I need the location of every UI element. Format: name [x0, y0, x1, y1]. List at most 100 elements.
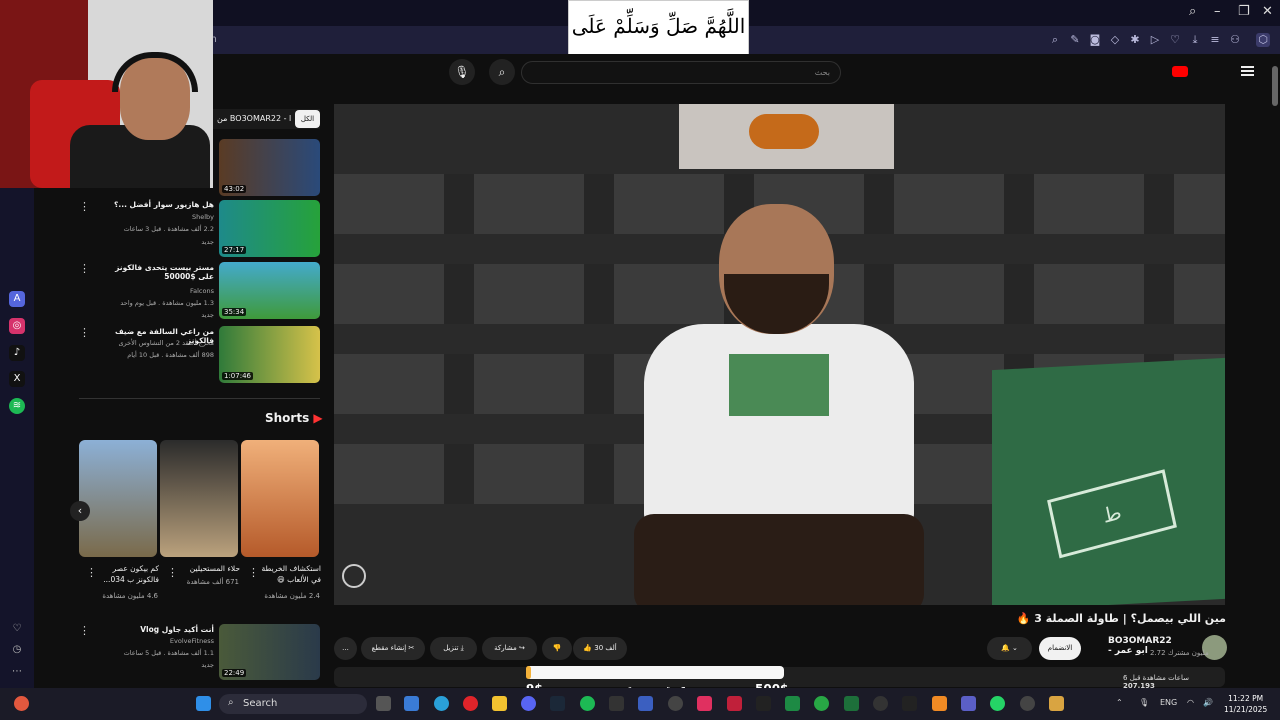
rec-title[interactable]: هل هازيور سوار أفضل ...؟ — [114, 200, 214, 209]
mic-icon[interactable]: 🎙 — [449, 59, 475, 85]
more-options-icon[interactable]: ⋮ — [86, 566, 97, 579]
camera-icon[interactable]: ◙ — [1088, 33, 1102, 47]
wifi-icon[interactable]: ◠ — [1187, 698, 1194, 707]
app-icon[interactable] — [1020, 696, 1035, 711]
rec-thumbnail[interactable]: 43:02 — [219, 139, 320, 196]
extension-icon[interactable]: ⬡ — [1256, 33, 1270, 47]
app-icon[interactable] — [727, 696, 742, 711]
short-thumbnail[interactable] — [160, 440, 238, 557]
more-options-icon[interactable]: ⋮ — [248, 566, 259, 579]
menu-icon[interactable]: ≡ — [1208, 33, 1222, 47]
play-icon[interactable]: ▷ — [1148, 33, 1162, 47]
download-button[interactable]: تنزيل ⤓ — [430, 637, 477, 660]
edge-icon[interactable] — [434, 696, 449, 711]
spotify-icon[interactable] — [580, 696, 595, 711]
short-thumbnail[interactable] — [241, 440, 319, 557]
share-button[interactable]: مشاركة ↪ — [482, 637, 537, 660]
teams-icon[interactable] — [961, 696, 976, 711]
rec-channel[interactable]: EvolveFitness — [114, 637, 214, 645]
shield-icon[interactable]: ◇ — [1108, 33, 1122, 47]
more-options-icon[interactable]: ⋮ — [167, 566, 178, 579]
scroll-thumb[interactable] — [1272, 66, 1278, 106]
explorer-icon[interactable] — [492, 696, 507, 711]
rec-thumbnail[interactable]: 27:17 — [219, 200, 320, 257]
close-icon[interactable]: ✕ — [1262, 4, 1273, 19]
chevron-left-icon[interactable]: ‹ — [70, 501, 90, 521]
app-icon[interactable] — [638, 696, 653, 711]
more-options-icon[interactable]: ⋮ — [79, 326, 90, 339]
epic-icon[interactable] — [609, 696, 624, 711]
profile-icon[interactable]: ⚇ — [1228, 33, 1242, 47]
vpn-icon[interactable]: ✱ — [1128, 33, 1142, 47]
dislike-button[interactable]: 👎 — [542, 637, 572, 660]
subscribe-bell-button[interactable]: 🔔 ⌄ — [987, 637, 1032, 660]
short-title[interactable]: استكشاف الخريطة في الألعاب 😄 — [251, 563, 321, 585]
search-button[interactable]: ⌕ — [489, 59, 515, 85]
rec-title[interactable]: مستر بيست يتحدى فالكونز على $50000 — [114, 263, 214, 281]
app-icon[interactable] — [756, 696, 771, 711]
short-title[interactable]: كم بيكون عصر فالكونز ب 034... — [89, 563, 159, 585]
hamburger-menu-icon[interactable] — [1241, 66, 1254, 68]
whatsapp-icon[interactable] — [990, 696, 1005, 711]
start-icon[interactable] — [196, 696, 211, 711]
app-icon[interactable] — [814, 696, 829, 711]
rec-thumbnail[interactable]: 35:34 — [219, 262, 320, 319]
search-icon[interactable]: ⌕ — [1189, 4, 1196, 19]
rec-channel[interactable]: Shelby — [114, 213, 214, 221]
capcut-icon[interactable] — [902, 696, 917, 711]
chevron-up-icon[interactable]: ⌃ — [1116, 698, 1123, 707]
app-icon[interactable]: A — [9, 291, 25, 307]
more-icon[interactable]: ⋯ — [9, 664, 25, 680]
tiktok-icon[interactable]: ♪ — [9, 345, 25, 361]
search-input[interactable]: بحث — [521, 61, 841, 84]
discord-icon[interactable] — [521, 696, 536, 711]
language-indicator[interactable]: ENG — [1160, 698, 1177, 707]
join-button[interactable]: الانضمام — [1039, 637, 1081, 660]
clip-button[interactable]: إنشاء مقطع ✂ — [361, 637, 425, 660]
kick-icon[interactable] — [844, 696, 859, 711]
app-icon[interactable] — [932, 696, 947, 711]
minimize-icon[interactable]: – — [1214, 4, 1221, 19]
rec-channel[interactable]: مخرج أعتقد 2 من التشاوس الأخرى — [114, 339, 214, 347]
more-actions-button[interactable]: ... — [334, 637, 357, 660]
weather-icon[interactable] — [14, 696, 29, 711]
filter-all-chip[interactable]: الكل — [295, 110, 320, 128]
more-options-icon[interactable]: ⋮ — [79, 624, 90, 637]
app-icon[interactable] — [1049, 696, 1064, 711]
mail-icon[interactable] — [404, 696, 419, 711]
excel-icon[interactable] — [785, 696, 800, 711]
rec-thumbnail[interactable]: 22:49 — [219, 624, 320, 680]
new-badge: جديد — [201, 311, 214, 319]
mic-icon[interactable]: 🎙 — [1139, 698, 1149, 707]
video-player[interactable]: ط — [334, 104, 1225, 605]
page-scrollbar[interactable] — [1272, 60, 1278, 680]
obs-icon[interactable] — [668, 696, 683, 711]
x-icon[interactable]: X — [9, 371, 25, 387]
taskbar-search[interactable]: Search — [219, 694, 367, 714]
more-options-icon[interactable]: ⋮ — [79, 262, 90, 275]
rec-channel[interactable]: Falcons — [114, 287, 214, 295]
zoom-icon[interactable]: ⌕ — [1048, 33, 1062, 47]
restore-icon[interactable]: ❐ — [1238, 4, 1250, 19]
heart-icon[interactable]: ♡ — [9, 621, 25, 637]
rec-title[interactable]: أنت أكيد جاول Vlog — [114, 625, 214, 634]
edit-icon[interactable]: ✎ — [1068, 33, 1082, 47]
instagram-icon[interactable]: ◎ — [9, 318, 25, 334]
like-button[interactable]: 👍 30 ألف — [573, 637, 627, 660]
task-view-icon[interactable] — [376, 696, 391, 711]
youtube-logo[interactable] — [1172, 66, 1188, 77]
spotify-icon[interactable]: ≋ — [9, 398, 25, 414]
short-title[interactable]: حلاء المستحيلين — [170, 563, 240, 574]
short-thumbnail[interactable] — [79, 440, 157, 557]
heart-icon[interactable]: ♡ — [1168, 33, 1182, 47]
download-icon[interactable]: ⤓ — [1188, 33, 1202, 47]
volume-icon[interactable]: 🔊 — [1203, 698, 1213, 707]
system-clock[interactable]: 11:22 PM 11/21/2025 — [1224, 693, 1267, 715]
rec-thumbnail[interactable]: 1:07:46 — [219, 326, 320, 383]
more-options-icon[interactable]: ⋮ — [79, 200, 90, 213]
history-icon[interactable]: ◷ — [9, 642, 25, 658]
tiktok-live-icon[interactable] — [697, 696, 712, 711]
steam-icon[interactable] — [550, 696, 565, 711]
app-icon[interactable] — [873, 696, 888, 711]
opera-icon[interactable] — [463, 696, 478, 711]
